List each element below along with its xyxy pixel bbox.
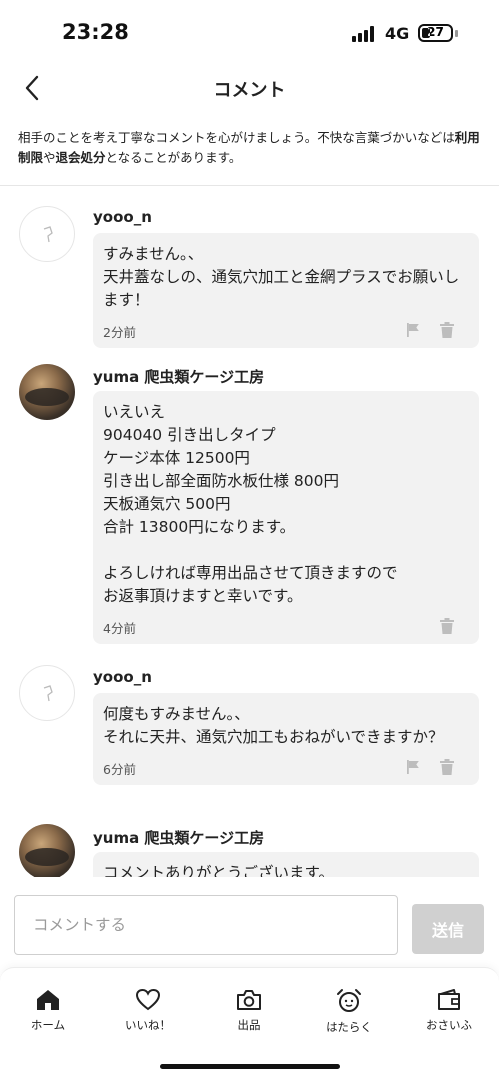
comment-bubble: 何度もすみません。、 それに天井、通気穴加工もおねがいできますか？ 6分前 <box>93 693 479 785</box>
comment-time: 2分前 <box>103 325 136 340</box>
tab-sell-label: 出品 <box>237 1018 261 1032</box>
camera-icon <box>237 990 261 1010</box>
status-bar: 23:28 4G 27 <box>0 0 499 62</box>
comment-input[interactable] <box>14 895 398 955</box>
comment-text: 何度もすみません。、 それに天井、通気穴加工もおねがいできますか？ <box>103 705 444 746</box>
comment-time: 4分前 <box>103 621 136 636</box>
default-avatar-icon <box>43 685 53 702</box>
delete-trash-icon[interactable] <box>439 321 455 339</box>
header: コメント <box>0 62 499 116</box>
comment-composer: 送信 <box>0 877 499 967</box>
page-title: コメント <box>213 80 286 101</box>
comment-guideline-notice: 相手のことを考え丁寧なコメントを心がけましょう。不快な言葉づかいなどは利用制限や… <box>0 128 499 186</box>
comment-text: すみません。、 天井蓋なしの、通気穴加工と金網プラスでお願いします！ <box>103 245 460 309</box>
signal-icon <box>352 26 378 42</box>
delete-trash-icon[interactable] <box>439 758 455 776</box>
default-avatar-icon <box>43 226 53 243</box>
notice-text-3: となることがあります。 <box>105 150 242 165</box>
heart-icon <box>135 988 161 1011</box>
report-flag-icon[interactable] <box>405 759 421 775</box>
tab-home-label: ホーム <box>30 1018 66 1032</box>
username[interactable]: yuma 爬虫類ケージ工房 <box>93 827 264 848</box>
comment-text: コメントありがとうございます。 <box>103 864 334 877</box>
avatar[interactable] <box>19 824 75 877</box>
tab-likes[interactable]: いいね！ <box>108 988 188 1033</box>
tab-wallet[interactable]: おさいふ <box>409 988 489 1033</box>
battery-level: 27 <box>427 25 444 39</box>
username[interactable]: yooo_n <box>93 668 152 686</box>
status-time: 23:28 <box>62 20 129 44</box>
alarm-clock-icon <box>337 989 361 1012</box>
wallet-icon <box>438 989 460 1010</box>
comment-bubble: いえいえ 904040 引き出しタイプ ケージ本体 12500円 引き出し部全面… <box>93 391 479 644</box>
tab-likes-label: いいね！ <box>125 1018 171 1032</box>
tab-work[interactable]: はたらく <box>309 988 389 1035</box>
username[interactable]: yuma 爬虫類ケージ工房 <box>93 366 264 387</box>
delete-trash-icon[interactable] <box>439 617 455 635</box>
avatar[interactable] <box>19 665 75 721</box>
battery-cap <box>455 30 458 37</box>
tab-work-label: はたらく <box>326 1020 372 1034</box>
username[interactable]: yooo_n <box>93 208 152 226</box>
network-type: 4G <box>385 24 410 43</box>
tab-wallet-label: おさいふ <box>426 1018 472 1032</box>
notice-bold-withdrawal: 退会処分 <box>55 150 106 165</box>
home-icon <box>37 990 59 1010</box>
tab-home[interactable]: ホーム <box>8 988 88 1033</box>
notice-text-2: や <box>43 150 56 165</box>
comment-bubble: コメントありがとうございます。 <box>93 852 479 877</box>
tab-sell[interactable]: 出品 <box>209 988 289 1033</box>
report-flag-icon[interactable] <box>405 322 421 338</box>
comment-thread[interactable]: yooo_n すみません。、 天井蓋なしの、通気穴加工と金網プラスでお願いします… <box>0 187 499 877</box>
comment-text: いえいえ 904040 引き出しタイプ ケージ本体 12500円 引き出し部全面… <box>103 403 398 605</box>
notice-text-1: 相手のことを考え丁寧なコメントを心がけましょう。不快な言葉づかいなどは <box>18 130 455 145</box>
home-indicator <box>160 1064 340 1069</box>
comment-time: 6分前 <box>103 762 136 777</box>
battery-icon: 27 <box>418 24 453 42</box>
avatar[interactable] <box>19 364 75 420</box>
comment-bubble: すみません。、 天井蓋なしの、通気穴加工と金網プラスでお願いします！ 2分前 <box>93 233 479 348</box>
avatar[interactable] <box>19 206 75 262</box>
send-button[interactable]: 送信 <box>412 904 484 954</box>
